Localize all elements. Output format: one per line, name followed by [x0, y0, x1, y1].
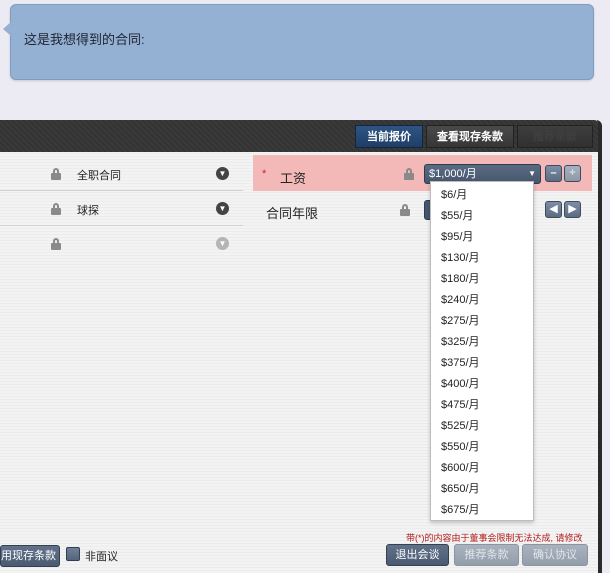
lock-icon[interactable] — [51, 238, 61, 250]
lock-icon[interactable] — [404, 168, 414, 180]
years-next-button[interactable]: ▶ — [564, 201, 581, 218]
salary-option[interactable]: $400/月 — [431, 374, 533, 395]
recommend-terms-button[interactable]: 推荐条款 — [454, 544, 519, 566]
chevron-down-icon[interactable]: ▼ — [216, 167, 229, 180]
required-marker: * — [262, 168, 267, 180]
lock-icon[interactable] — [51, 203, 61, 215]
bubble-tail — [3, 22, 11, 36]
tab-view-terms[interactable]: 查看现存条款 — [426, 125, 514, 148]
non-face-to-face-label: 非面议 — [85, 551, 118, 563]
salary-option[interactable]: $600/月 — [431, 458, 533, 479]
non-face-to-face-checkbox[interactable] — [66, 547, 80, 561]
salary-option[interactable]: $550/月 — [431, 437, 533, 458]
chat-bubble: 这是我想得到的合同: — [10, 4, 594, 80]
salary-option[interactable]: $130/月 — [431, 248, 533, 269]
empty-row[interactable]: ▼ — [0, 227, 243, 261]
salary-option[interactable]: $6/月 — [431, 185, 533, 206]
salary-option[interactable]: $95/月 — [431, 227, 533, 248]
exit-talks-button[interactable]: 退出会谈 — [386, 544, 449, 566]
salary-option[interactable]: $275/月 — [431, 311, 533, 332]
salary-option[interactable]: $325/月 — [431, 332, 533, 353]
lock-icon[interactable] — [51, 168, 61, 180]
confirm-agreement-button[interactable]: 确认协议 — [522, 544, 588, 566]
salary-selected-value: $1,000/月 — [429, 168, 477, 180]
panel-header: 当前报价 查看现存条款 推荐条款 — [0, 120, 598, 152]
years-prev-button[interactable]: ◀ — [545, 201, 562, 218]
tab-current-offer[interactable]: 当前报价 — [355, 125, 423, 148]
salary-option[interactable]: $525/月 — [431, 416, 533, 437]
contract-type-row[interactable]: 全职合同 ▼ — [0, 157, 243, 191]
chevron-down-icon[interactable]: ▼ — [216, 202, 229, 215]
chevron-down-icon: ▼ — [216, 237, 229, 250]
contract-type-value: 全职合同 — [77, 170, 121, 182]
tab-extra[interactable]: 推荐条款 — [517, 125, 593, 148]
salary-option[interactable]: $240/月 — [431, 290, 533, 311]
salary-option[interactable]: $180/月 — [431, 269, 533, 290]
role-value: 球探 — [77, 205, 99, 217]
board-warning: 带(*)的内容由于董事会限制无法达成, 请修改 — [406, 533, 583, 543]
salary-decrease-button[interactable]: – — [545, 165, 562, 182]
salary-label: 工资 — [280, 171, 307, 186]
salary-option[interactable]: $675/月 — [431, 500, 533, 521]
apply-terms-button[interactable]: 用现存条款 — [0, 545, 60, 567]
salary-option[interactable]: $55/月 — [431, 206, 533, 227]
role-row[interactable]: 球探 ▼ — [0, 192, 243, 226]
lock-icon[interactable] — [400, 204, 410, 216]
salary-option[interactable]: $650/月 — [431, 479, 533, 500]
salary-option[interactable]: $475/月 — [431, 395, 533, 416]
salary-option[interactable]: $375/月 — [431, 353, 533, 374]
contract-years-label: 合同年限 — [266, 206, 319, 221]
chat-message: 这是我想得到的合同: — [24, 32, 145, 47]
salary-dropdown[interactable]: $6/月 $55/月 $95/月 $130/月 $180/月 $240/月 $2… — [430, 181, 534, 521]
salary-increase-button[interactable]: + — [564, 165, 581, 182]
